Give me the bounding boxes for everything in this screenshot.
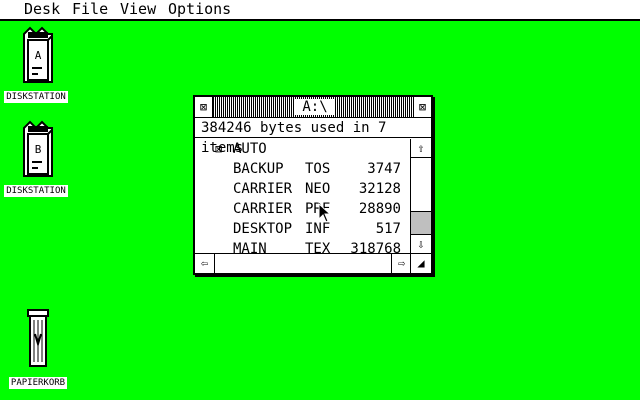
file-size: 32128 <box>358 181 401 197</box>
drive-letter: B <box>35 143 42 156</box>
file-extension: TEX <box>305 241 331 253</box>
folder-icon: ⊠ <box>215 142 223 156</box>
desktop-drive-b[interactable]: B DISKSTATION <box>0 120 72 197</box>
file-row[interactable]: ⊠ AUTO <box>195 139 411 159</box>
file-extension: TOS <box>305 161 331 177</box>
file-extension: NEO <box>305 181 331 197</box>
close-box-icon[interactable]: ⊠ <box>195 97 213 117</box>
scroll-left-icon[interactable]: ⇦ <box>195 254 215 273</box>
scroll-up-icon[interactable]: ⇧ <box>411 139 431 157</box>
desktop-trash[interactable]: PAPIERKORB <box>2 308 74 389</box>
desktop-icon-label: DISKSTATION <box>4 91 68 103</box>
file-size: 318768 <box>350 241 401 253</box>
drive-icon: A <box>23 26 53 83</box>
file-name: AUTO <box>233 141 267 157</box>
desktop-icon-label: PAPIERKORB <box>8 377 68 389</box>
vertical-scroll-track[interactable] <box>411 157 431 235</box>
desktop-drive-a[interactable]: A DISKSTATION <box>0 26 72 103</box>
file-row[interactable]: MAIN TEX 318768 <box>195 239 411 253</box>
vertical-scroll-thumb[interactable] <box>411 158 431 212</box>
file-name: CARRIER <box>233 181 293 197</box>
desktop-icon-label: DISKSTATION <box>4 185 68 197</box>
file-row[interactable]: BACKUP TOS 3747 <box>195 159 411 179</box>
menu-desk[interactable]: Desk <box>24 0 60 19</box>
full-box-icon[interactable]: ⊠ <box>413 97 431 117</box>
file-row[interactable]: DESKTOP INF 517 <box>195 219 411 239</box>
drive-icon: B <box>23 120 53 177</box>
directory-window: ⊠ A:\ ⊠ 384246 bytes used in 7 items ⊠ AU… <box>193 95 433 275</box>
file-list: ⊠ AUTO BACKUP TOS 3747 CARRIER NEO 32128 CARRIER… <box>195 139 411 253</box>
vertical-scroll-gray[interactable] <box>411 212 431 234</box>
window-info-line: 384246 bytes used in 7 items <box>195 118 431 156</box>
horizontal-scrollbar[interactable]: ⇦ ⇨ <box>195 253 411 273</box>
file-row[interactable]: CARRIER PRF 28890 <box>195 199 411 219</box>
file-row[interactable]: CARRIER NEO 32128 <box>195 179 411 199</box>
file-name: MAIN <box>233 241 267 253</box>
menu-file[interactable]: File <box>72 0 108 19</box>
file-name: CARRIER <box>233 201 293 217</box>
window-title: A:\ <box>295 99 335 115</box>
file-size: 3747 <box>367 161 401 177</box>
file-size: 28890 <box>358 201 401 217</box>
scroll-down-icon[interactable]: ⇩ <box>411 235 431 253</box>
window-title-bar[interactable]: ⊠ A:\ ⊠ <box>195 97 431 118</box>
trash-icon <box>27 309 49 367</box>
menu-options[interactable]: Options <box>168 0 231 19</box>
menu-bar: Desk File View Options <box>0 0 640 21</box>
mouse-pointer-icon <box>318 203 332 223</box>
file-name: BACKUP <box>233 161 284 177</box>
file-size: 517 <box>375 221 401 237</box>
drive-letter: A <box>35 49 42 62</box>
vertical-scrollbar[interactable]: ⇧ ⇩ <box>410 139 431 253</box>
menu-view[interactable]: View <box>120 0 156 19</box>
resize-box-icon[interactable]: ◢ <box>410 253 431 273</box>
scroll-right-icon[interactable]: ⇨ <box>391 254 411 273</box>
file-name: DESKTOP <box>233 221 293 237</box>
